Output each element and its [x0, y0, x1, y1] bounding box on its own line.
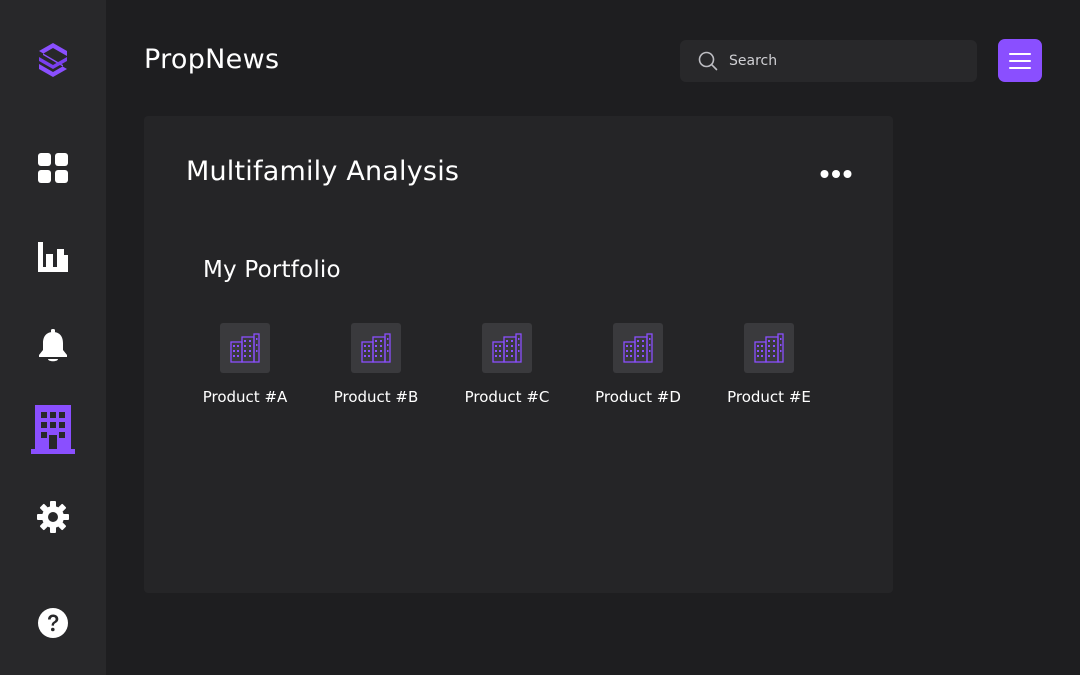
search-input[interactable] [729, 53, 959, 69]
portfolio-heading: My Portfolio [203, 257, 341, 283]
more-dots-icon [820, 170, 852, 178]
sidebar-item-help[interactable] [37, 607, 69, 639]
help-icon [38, 608, 68, 638]
grid-icon [38, 153, 68, 183]
bar-chart-icon [38, 242, 68, 272]
product-item-a[interactable]: Product #A [186, 323, 304, 407]
product-label: Product #C [464, 388, 550, 406]
app-title: PropNews [144, 44, 280, 75]
building-icon [31, 405, 75, 454]
building-icon [623, 333, 653, 363]
hamburger-menu-icon [1009, 52, 1031, 69]
sidebar-item-settings[interactable] [37, 501, 69, 533]
product-tile [482, 323, 532, 373]
product-list: Product #A Product #B Product #C Product… [186, 323, 866, 423]
product-tile [351, 323, 401, 373]
product-label: Product #A [202, 388, 288, 406]
sidebar-item-notifications[interactable] [37, 329, 69, 363]
sidebar-item-dashboard[interactable] [37, 152, 69, 184]
search-icon [698, 51, 718, 71]
product-label: Product #E [727, 388, 811, 406]
bell-icon [39, 329, 67, 362]
product-item-c[interactable]: Product #C [448, 323, 566, 407]
sidebar-item-analytics[interactable] [37, 241, 69, 273]
building-icon [230, 333, 260, 363]
product-tile [613, 323, 663, 373]
product-tile [220, 323, 270, 373]
building-icon [361, 333, 391, 363]
app-window: PropNews Multifamily Analysis My Portfol… [0, 0, 1080, 675]
product-item-e[interactable]: Product #E [710, 323, 828, 407]
gear-icon [37, 501, 69, 533]
product-item-b[interactable]: Product #B [317, 323, 435, 407]
product-label: Product #B [333, 388, 419, 406]
building-icon [492, 333, 522, 363]
card-title: Multifamily Analysis [186, 156, 460, 187]
building-icon [754, 333, 784, 363]
product-tile [744, 323, 794, 373]
more-options-button[interactable] [816, 164, 856, 184]
brand-logo-icon [39, 43, 67, 77]
sidebar [0, 0, 106, 675]
search-bar[interactable] [680, 40, 977, 82]
brand-logo[interactable] [37, 42, 69, 78]
sidebar-item-properties[interactable] [31, 405, 75, 455]
analysis-card: Multifamily Analysis My Portfolio Produc… [144, 116, 893, 593]
product-label: Product #D [595, 388, 681, 406]
menu-button[interactable] [998, 39, 1042, 82]
product-item-d[interactable]: Product #D [579, 323, 697, 407]
